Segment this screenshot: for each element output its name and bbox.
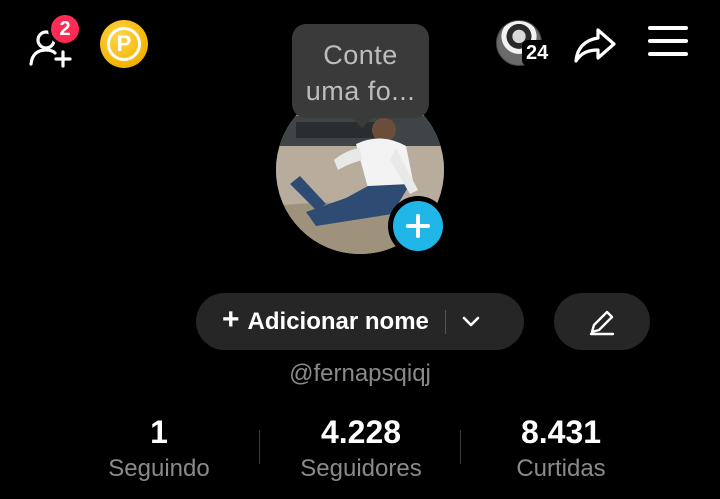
menu-icon: [648, 26, 688, 56]
tooltip-arrow: [352, 118, 372, 128]
coin-icon: P: [107, 27, 141, 61]
username-handle: @fernapsqiqj: [289, 360, 431, 387]
add-name-label: Adicionar nome: [247, 307, 429, 335]
add-friends-button[interactable]: 2: [26, 12, 82, 68]
add-name-plus-icon: +: [222, 303, 240, 336]
following-stat[interactable]: 1 Seguindo: [59, 412, 259, 483]
coin-button[interactable]: P: [100, 20, 148, 68]
chevron-down-icon: [462, 316, 480, 326]
pencil-icon: [589, 310, 615, 335]
menu-button[interactable]: [648, 26, 688, 60]
followers-stat[interactable]: 4.228 Seguidores: [261, 412, 461, 483]
pill-separator: [444, 309, 446, 334]
profile-viewers-button[interactable]: 24: [496, 20, 560, 68]
edit-profile-button[interactable]: [554, 293, 650, 350]
viewers-count: 24: [522, 40, 553, 66]
followers-count: 4.228: [320, 414, 402, 450]
following-count: 1: [150, 414, 168, 450]
likes-count: 8.431: [520, 414, 602, 450]
name-dropdown-toggle[interactable]: [460, 315, 482, 329]
coin-label: P: [116, 31, 132, 56]
plus-icon: [406, 214, 430, 238]
followers-label: Seguidores: [300, 455, 422, 482]
likes-stat[interactable]: 8.431 Curtidas: [461, 412, 661, 483]
following-label: Seguindo: [108, 455, 210, 482]
likes-label: Curtidas: [516, 455, 606, 482]
bio-tooltip[interactable]: Conte uma fo...: [292, 24, 429, 128]
friend-requests-badge: 2: [48, 12, 82, 46]
add-name-button[interactable]: + Adicionar nome: [196, 293, 524, 350]
share-button[interactable]: [572, 22, 618, 68]
stat-divider: [259, 430, 260, 464]
add-avatar-button[interactable]: [388, 196, 448, 256]
share-icon: [574, 28, 616, 63]
tooltip-text: Conte uma fo...: [305, 40, 416, 106]
